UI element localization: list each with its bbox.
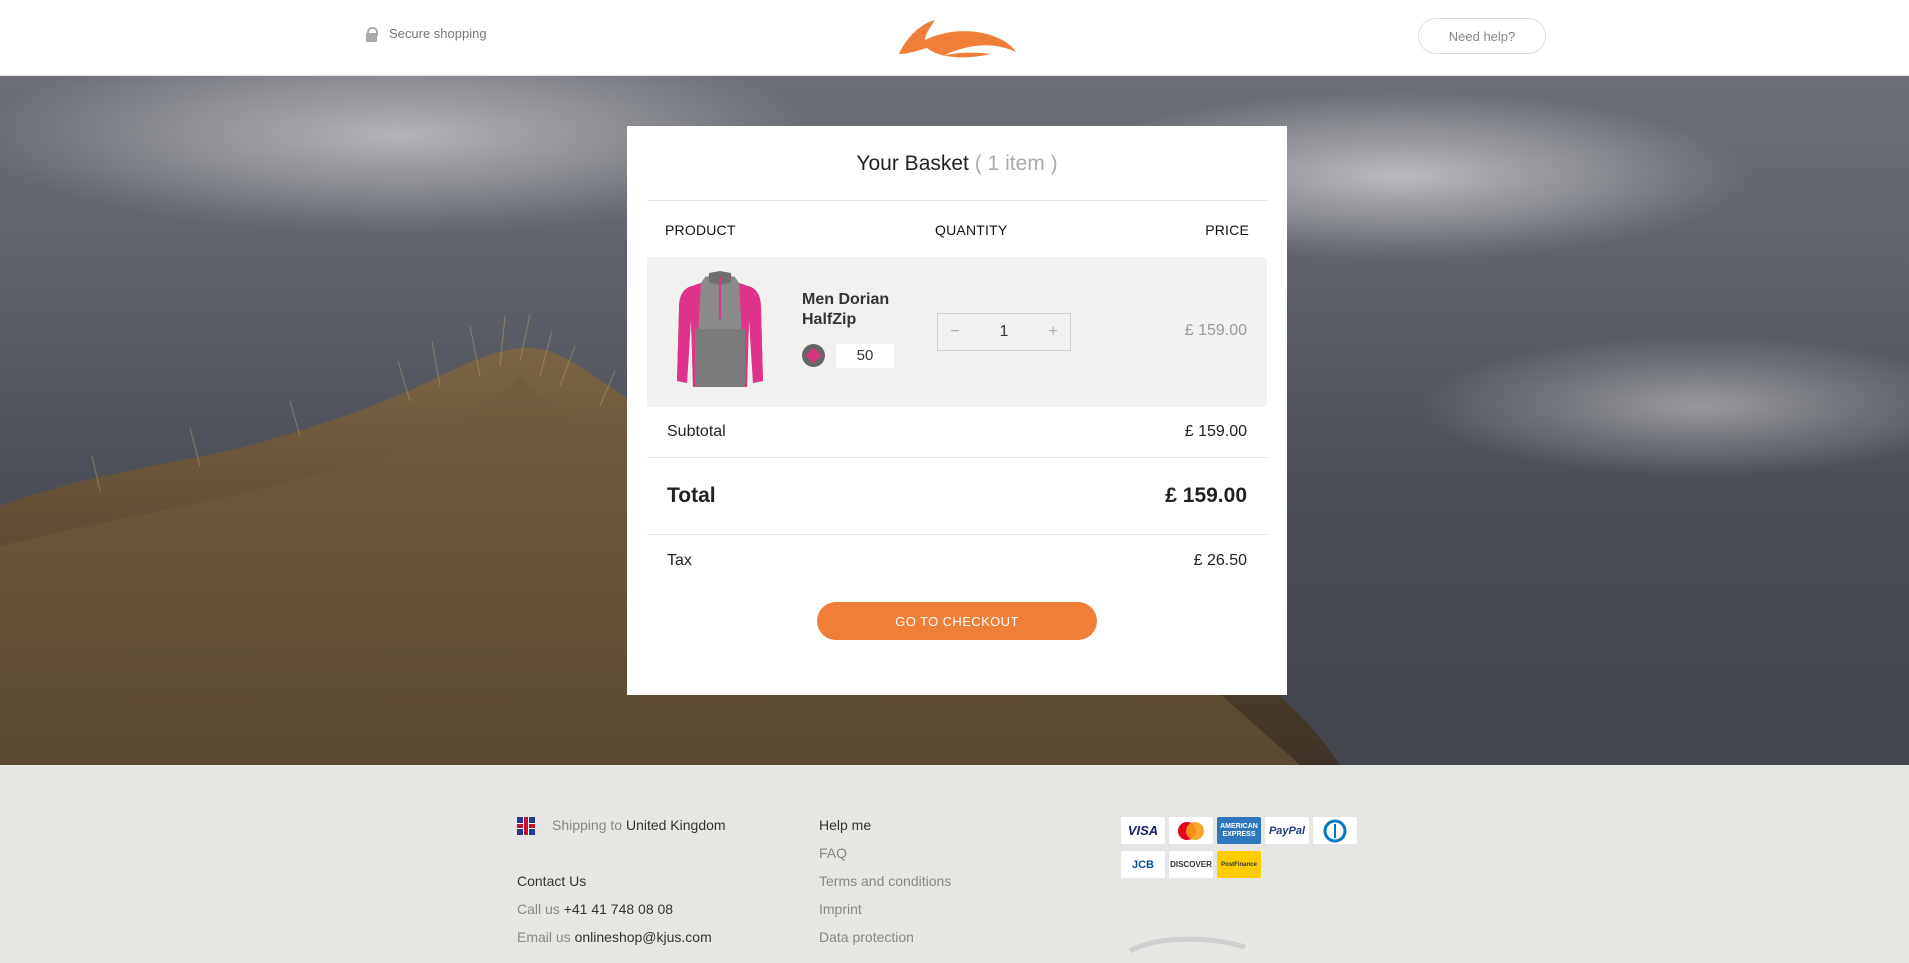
shipping-country[interactable]: Shipping to United Kingdom <box>552 817 726 833</box>
basket-card: Your Basket ( 1 item ) PRODUCT QUANTITY … <box>627 126 1287 695</box>
discover-icon: DISCOVER <box>1169 851 1213 878</box>
tax-label: Tax <box>667 552 692 569</box>
product-name[interactable]: Men Dorian HalfZip <box>802 290 912 330</box>
basket-item-count: ( 1 item ) <box>974 152 1058 175</box>
tax-value: £ 26.50 <box>1193 552 1247 569</box>
column-header-product: PRODUCT <box>665 222 736 238</box>
footer-logo-watermark <box>1125 933 1345 963</box>
shipping-prefix: Shipping to <box>552 817 623 833</box>
footer-link-data-protection[interactable]: Data protection <box>819 929 914 945</box>
divider <box>647 457 1267 458</box>
secure-shopping: Secure shopping <box>366 26 487 42</box>
footer-link-terms[interactable]: Terms and conditions <box>819 873 951 889</box>
jacket-image-icon <box>677 271 763 387</box>
lock-icon <box>366 26 378 42</box>
postfinance-icon: PostFinance <box>1217 851 1261 878</box>
total-label: Total <box>667 484 716 507</box>
call-prefix: Call us <box>517 901 560 917</box>
footer-link-help[interactable]: Help me <box>819 817 871 833</box>
kjus-swoosh-logo-icon <box>899 20 1016 58</box>
footer-link-imprint[interactable]: Imprint <box>819 901 862 917</box>
color-swatch <box>802 344 825 367</box>
secure-shopping-label: Secure shopping <box>389 26 487 41</box>
total-value: £ 159.00 <box>1165 484 1247 507</box>
basket-title-label: Your Basket <box>856 152 969 175</box>
basket-item-row: Men Dorian HalfZip 50 − 1 + £ 159.00 <box>647 257 1267 407</box>
subtotal-value: £ 159.00 <box>1184 423 1247 440</box>
mastercard-icon <box>1169 817 1213 844</box>
column-header-price: PRICE <box>1205 222 1249 238</box>
email-prefix: Email us <box>517 929 571 945</box>
quantity-stepper: − 1 + <box>937 313 1071 351</box>
subtotal-label: Subtotal <box>667 423 726 440</box>
subtotal-line: Subtotal £ 159.00 <box>667 423 1247 441</box>
tax-line: Tax £ 26.50 <box>667 552 1247 570</box>
contact-phone[interactable]: Call us +41 41 748 08 08 <box>517 901 673 917</box>
mastercard-circles-icon <box>1178 821 1204 840</box>
email-address: onlineshop@kjus.com <box>574 929 712 945</box>
column-header-quantity: QUANTITY <box>935 222 1008 238</box>
contact-title: Contact Us <box>517 873 587 889</box>
contact-email[interactable]: Email us onlineshop@kjus.com <box>517 929 712 945</box>
uk-flag-icon <box>517 817 535 835</box>
amex-icon: AMERICAN EXPRESS <box>1217 817 1261 844</box>
divider <box>647 200 1267 201</box>
kjus-logo[interactable] <box>895 14 1019 60</box>
diners-club-icon <box>1313 817 1357 844</box>
visa-icon: VISA <box>1121 817 1165 844</box>
quantity-increase-button[interactable]: + <box>1036 323 1070 341</box>
go-to-checkout-button[interactable]: GO TO CHECKOUT <box>817 602 1097 640</box>
site-header: Secure shopping Need help? <box>0 0 1909 76</box>
need-help-button[interactable]: Need help? <box>1418 18 1546 54</box>
diners-circle-icon <box>1323 819 1347 842</box>
item-price: £ 159.00 <box>1184 322 1247 339</box>
footer-link-faq[interactable]: FAQ <box>819 845 847 861</box>
product-image[interactable] <box>675 269 765 391</box>
footer-swoosh-icon <box>1128 936 1246 954</box>
phone-number: +41 41 748 08 08 <box>563 901 674 917</box>
paypal-icon: PayPal <box>1265 817 1309 844</box>
divider <box>647 534 1267 535</box>
jcb-icon: JCB <box>1121 851 1165 878</box>
shipping-country-name: United Kingdom <box>625 817 726 833</box>
site-footer: Shipping to United Kingdom Contact Us Ca… <box>0 765 1909 954</box>
quantity-value[interactable]: 1 <box>972 323 1036 341</box>
total-line: Total £ 159.00 <box>667 484 1247 508</box>
basket-title: Your Basket ( 1 item ) <box>627 152 1287 176</box>
size-value: 50 <box>836 344 894 368</box>
quantity-decrease-button[interactable]: − <box>938 323 972 341</box>
